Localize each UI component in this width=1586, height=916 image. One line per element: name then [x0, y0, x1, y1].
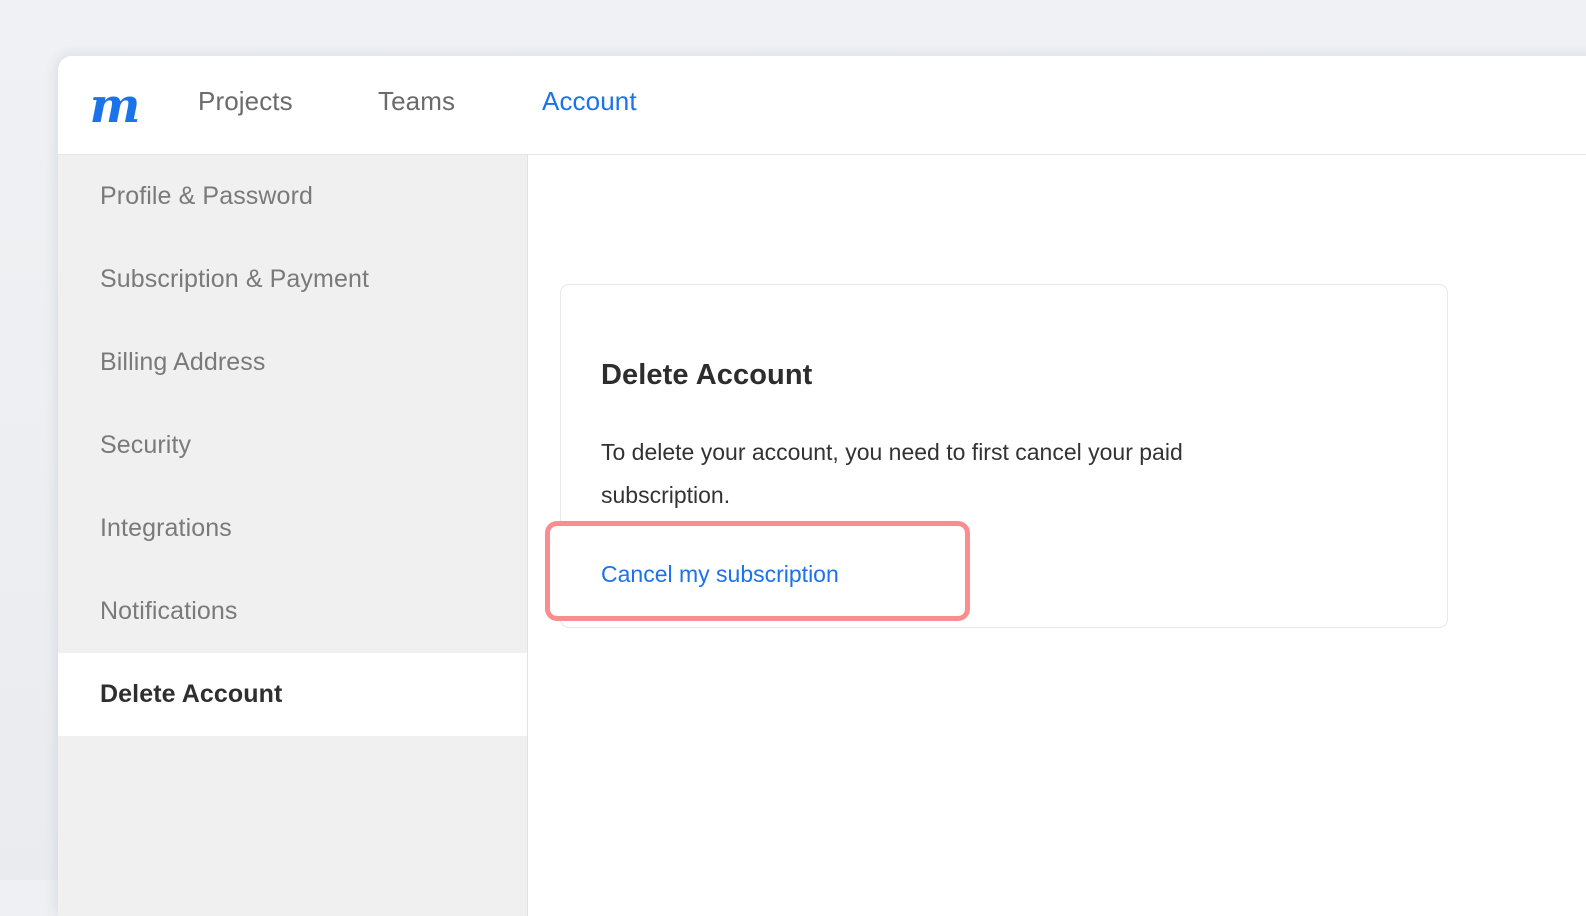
- sidebar-item-label: Profile & Password: [100, 182, 313, 211]
- brand-logo-icon[interactable]: m: [81, 76, 149, 136]
- delete-account-card: Delete Account To delete your account, y…: [560, 284, 1448, 628]
- tab-account-label: Account: [542, 86, 637, 116]
- tab-projects[interactable]: Projects: [198, 84, 293, 118]
- sidebar-item-notifications[interactable]: Notifications: [58, 570, 527, 653]
- sidebar-item-integrations[interactable]: Integrations: [58, 487, 527, 570]
- sidebar-item-label: Subscription & Payment: [100, 265, 369, 294]
- highlight-annotation-box: Cancel my subscription: [545, 521, 970, 621]
- app-window: m Projects Teams Account Profile & Passw…: [58, 56, 1586, 916]
- sidebar-item-label: Integrations: [100, 514, 232, 543]
- cancel-subscription-link[interactable]: Cancel my subscription: [601, 557, 839, 591]
- settings-main-panel: Delete Account To delete your account, y…: [529, 155, 1586, 916]
- page-title: Delete Account: [601, 359, 812, 392]
- sidebar-item-label: Delete Account: [100, 680, 282, 709]
- settings-sidebar: Profile & Password Subscription & Paymen…: [58, 155, 528, 916]
- delete-account-description: To delete your account, you need to firs…: [601, 431, 1301, 517]
- tab-projects-label: Projects: [198, 86, 293, 116]
- tab-teams-label: Teams: [378, 86, 455, 116]
- sidebar-item-profile-password[interactable]: Profile & Password: [58, 155, 527, 238]
- sidebar-item-security[interactable]: Security: [58, 404, 527, 487]
- app-body: Profile & Password Subscription & Paymen…: [58, 155, 1586, 916]
- top-navigation-bar: m Projects Teams Account: [58, 56, 1586, 155]
- tab-account[interactable]: Account: [542, 84, 637, 118]
- tab-teams[interactable]: Teams: [378, 84, 455, 118]
- sidebar-item-label: Security: [100, 431, 191, 460]
- sidebar-item-subscription-payment[interactable]: Subscription & Payment: [58, 238, 527, 321]
- sidebar-item-billing-address[interactable]: Billing Address: [58, 321, 527, 404]
- sidebar-item-delete-account[interactable]: Delete Account: [58, 653, 527, 736]
- sidebar-item-label: Billing Address: [100, 348, 265, 377]
- sidebar-item-label: Notifications: [100, 597, 237, 626]
